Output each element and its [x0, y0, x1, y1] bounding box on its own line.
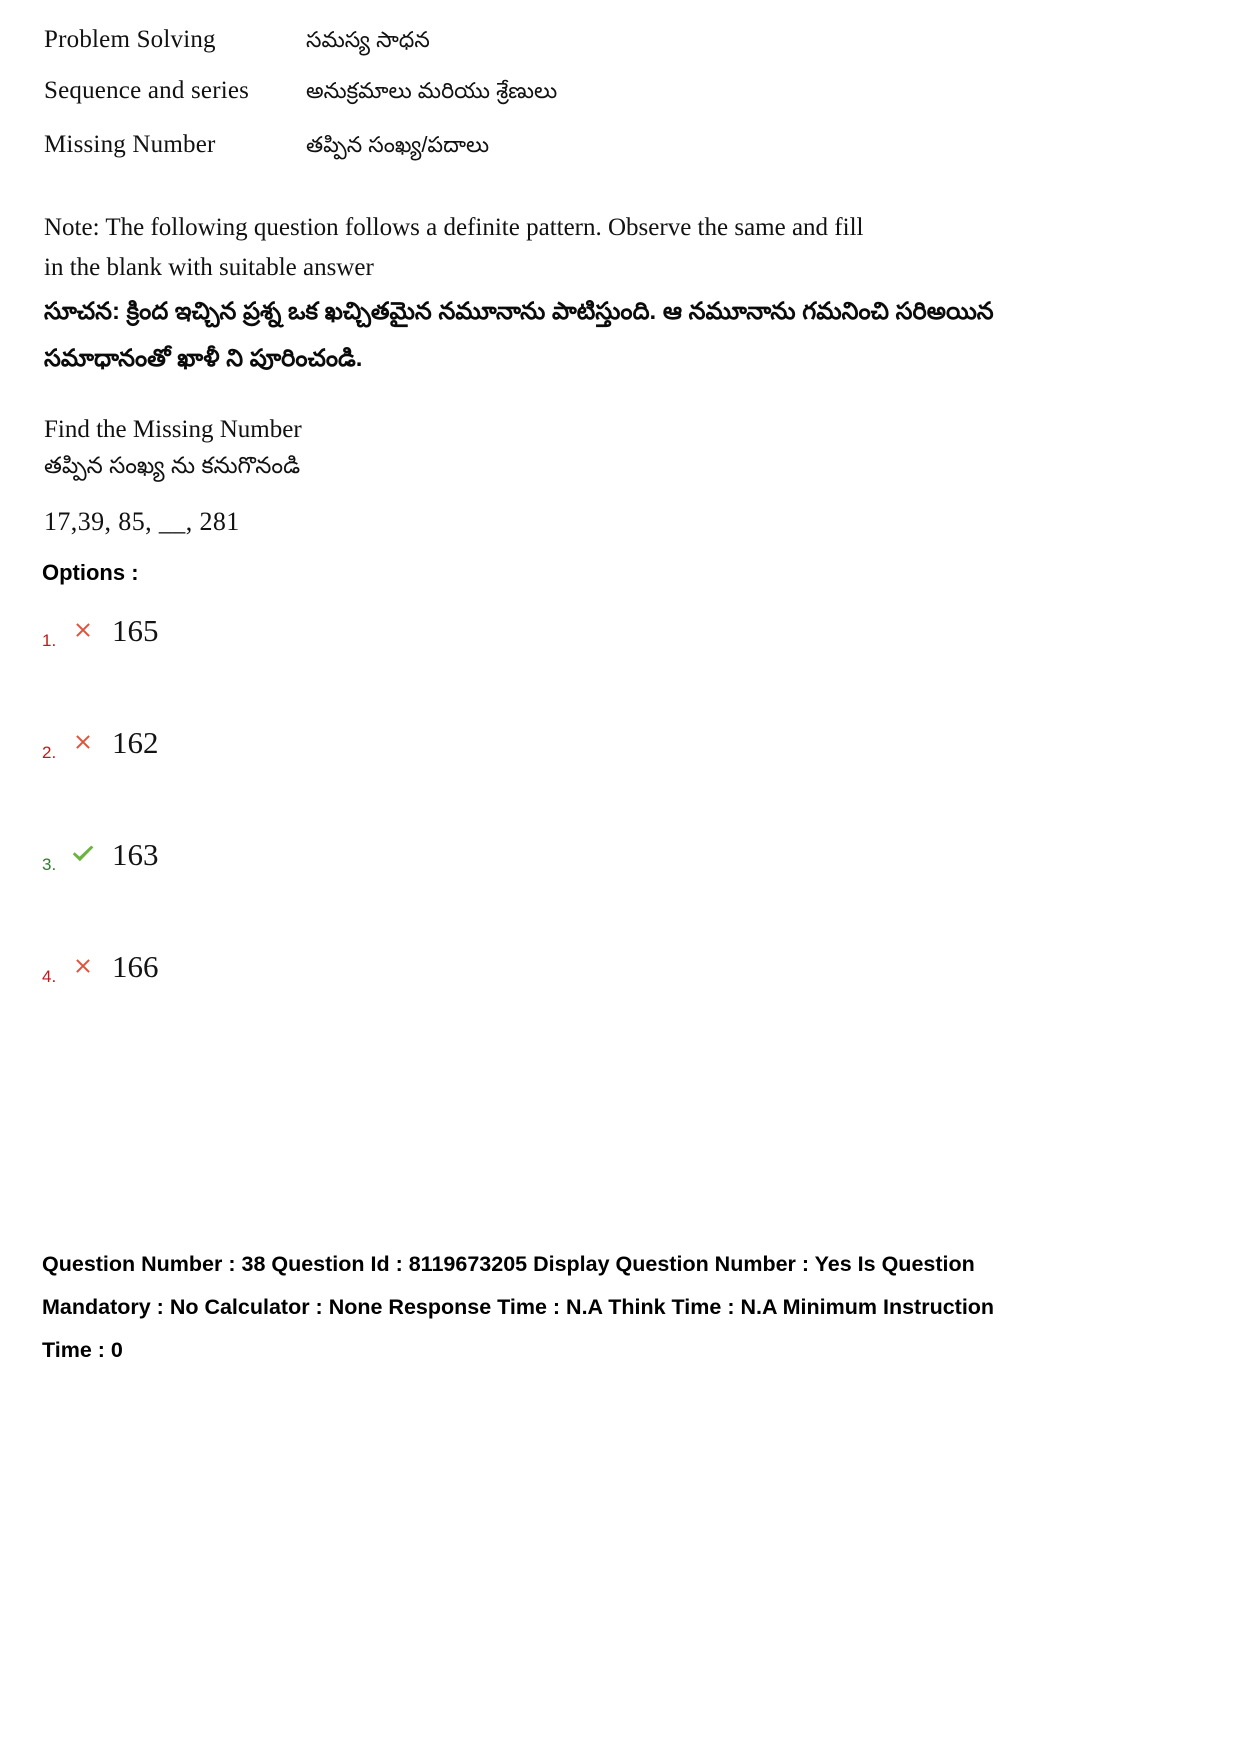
options-label: Options :: [42, 560, 139, 585]
option-number: 2.: [42, 743, 57, 762]
topic-row: Sequence and series అనుక్రమాలు మరియు శ్ర…: [44, 77, 944, 109]
question-metadata: Question Number : 38 Question Id : 81196…: [42, 1243, 1097, 1372]
topic-telugu: సమస్య సాధన: [306, 27, 430, 52]
options-list: 1. 165 2. 162 3. 163 4. 166: [42, 612, 742, 1060]
topic-english: Sequence and series: [44, 77, 250, 104]
metadata-line: Time : 0: [42, 1338, 123, 1362]
check-icon: [68, 836, 98, 864]
note-english: Note: The following question follows a d…: [44, 214, 864, 281]
question-stem-telugu: తప్పిన సంఖ్య ను కనుగొనండి: [44, 452, 301, 478]
cross-icon: [68, 612, 98, 640]
topic-list: Problem Solving సమస్య సాధన Sequence and …: [44, 26, 944, 179]
cross-icon: [68, 948, 98, 976]
option-value: 163: [112, 837, 159, 872]
metadata-line: Mandatory : No Calculator : None Respons…: [42, 1295, 995, 1319]
topic-telugu: తప్పిన సంఖ్య/పదాలు: [306, 132, 490, 157]
option-number: 1.: [42, 631, 57, 650]
topic-english: Problem Solving: [44, 26, 216, 53]
question-stem-english: Find the Missing Number: [44, 416, 302, 443]
option-row[interactable]: 1. 165: [42, 612, 742, 724]
option-row[interactable]: 4. 166: [42, 948, 742, 1060]
option-value: 166: [112, 949, 159, 984]
option-row[interactable]: 3. 163: [42, 836, 742, 948]
option-number: 3.: [42, 855, 57, 874]
metadata-line: Question Number : 38 Question Id : 81196…: [42, 1252, 975, 1276]
topic-row: Problem Solving సమస్య సాధన: [44, 26, 944, 58]
question-sequence: 17,39, 85, __, 281: [44, 507, 240, 536]
note-telugu: సూచన: క్రింద ఇచ్చిన ప్రశ్న ఒక ఖచ్చితమైన …: [44, 298, 994, 372]
question-page: Problem Solving సమస్య సాధన Sequence and …: [0, 0, 1240, 1755]
option-number: 4.: [42, 967, 57, 986]
option-value: 162: [112, 725, 159, 760]
topic-row: Missing Number తప్పిన సంఖ్య/పదాలు: [44, 131, 944, 163]
cross-icon: [68, 724, 98, 752]
topic-telugu: అనుక్రమాలు మరియు శ్రేణులు: [306, 78, 558, 103]
topic-english: Missing Number: [44, 131, 216, 158]
option-value: 165: [112, 613, 159, 648]
option-row[interactable]: 2. 162: [42, 724, 742, 836]
